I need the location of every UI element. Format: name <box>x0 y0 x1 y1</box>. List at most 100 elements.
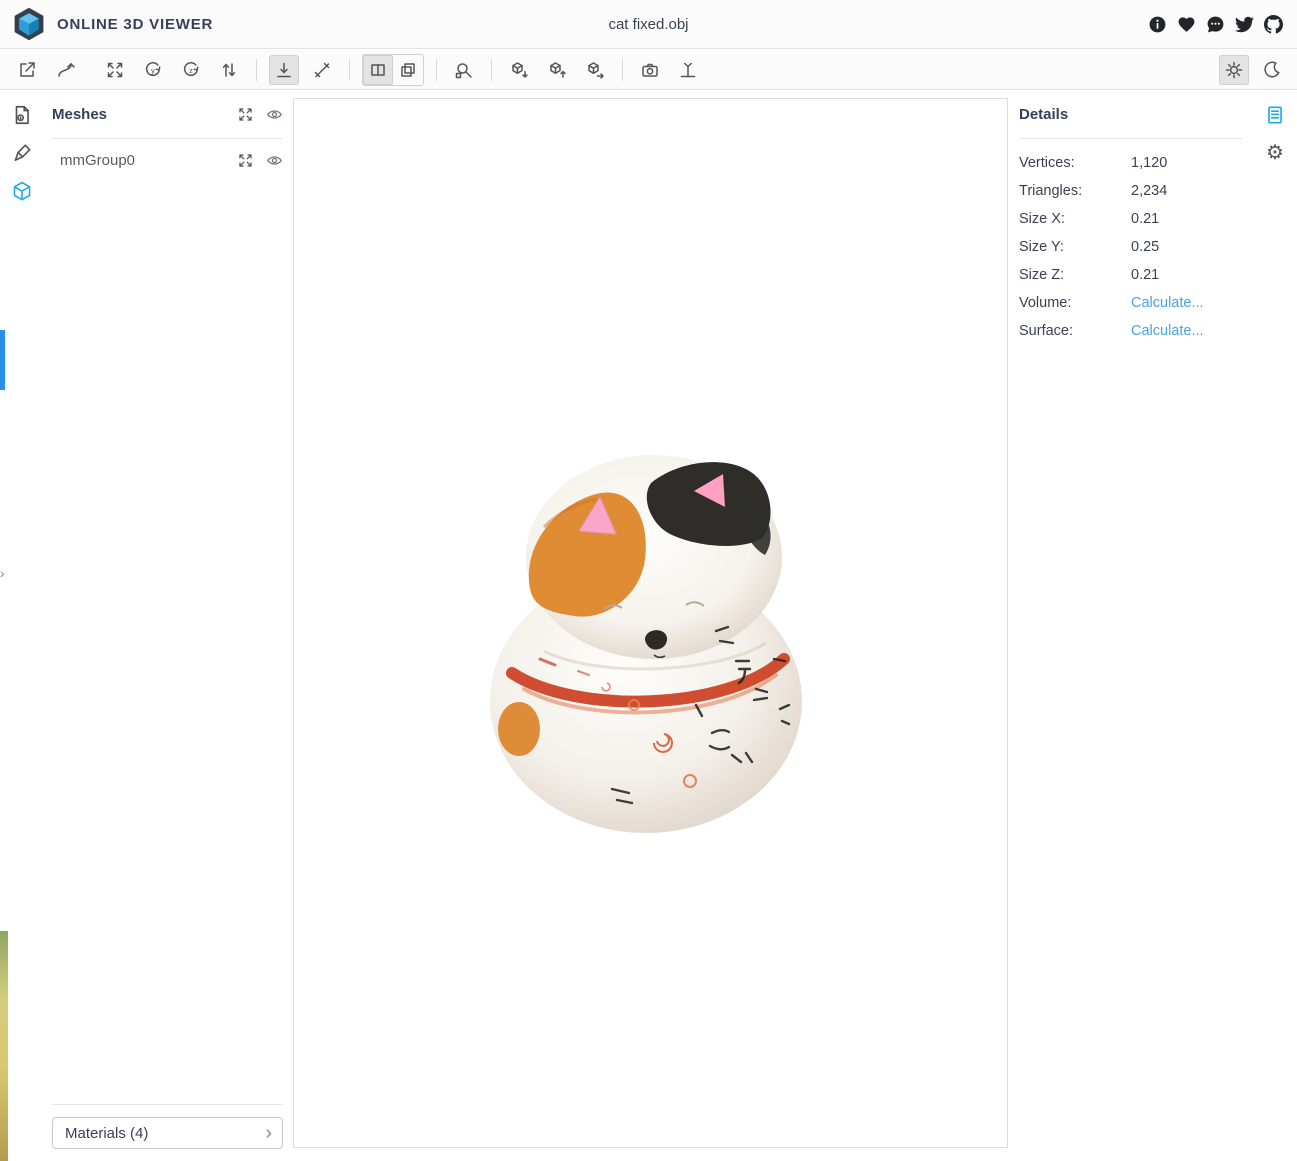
show-edges-button[interactable] <box>393 55 423 85</box>
details-row-size-x: Size X: 0.21 <box>1019 205 1243 233</box>
export-right-button[interactable] <box>580 55 610 85</box>
light-theme-button[interactable] <box>1219 55 1249 85</box>
edges-toggle-group <box>362 54 424 86</box>
toolbar-separator <box>491 59 492 81</box>
materials-button-label: Materials (4) <box>65 1125 148 1142</box>
screen-edge-chevron: › <box>0 566 5 580</box>
open-file-button[interactable] <box>12 55 42 85</box>
toolbar: y z <box>0 50 1297 90</box>
header: ONLINE 3D VIEWER cat fixed.obj <box>0 0 1297 49</box>
dark-theme-icon <box>1262 60 1282 80</box>
github-icon[interactable] <box>1264 15 1283 34</box>
details-panel: Details Vertices: 1,120 Triangles: 2,234… <box>1008 91 1253 345</box>
calculate-surface-link[interactable]: Calculate... <box>1131 323 1204 339</box>
fix-up-vector-icon <box>274 60 294 80</box>
align-to-floor-button[interactable] <box>673 55 703 85</box>
dark-theme-button[interactable] <box>1257 55 1287 85</box>
details-row-triangles: Triangles: 2,234 <box>1019 177 1243 205</box>
details-row-volume: Volume: Calculate... <box>1019 289 1243 317</box>
align-to-floor-icon <box>678 60 698 80</box>
materials-divider <box>52 1104 283 1105</box>
meshes-icon <box>11 180 33 202</box>
flip-up-vector-icon <box>219 60 239 80</box>
twitter-icon[interactable] <box>1235 15 1254 34</box>
details-panel-title: Details <box>1019 106 1243 123</box>
zoom-window-icon <box>454 60 474 80</box>
fit-to-window-icon <box>105 60 125 80</box>
no-edges-button[interactable] <box>363 55 393 85</box>
flip-up-vector-button[interactable] <box>214 55 244 85</box>
materials-panel-button[interactable] <box>10 141 34 165</box>
toolbar-separator <box>622 59 623 81</box>
zoom-window-button[interactable] <box>449 55 479 85</box>
meshes-panel-button[interactable] <box>10 179 34 203</box>
show-edges-icon <box>398 60 418 80</box>
open-file-icon <box>17 60 37 80</box>
snapshot-button[interactable] <box>635 55 665 85</box>
settings-button[interactable]: ⚙ <box>1263 141 1287 165</box>
app-logo[interactable] <box>11 6 47 42</box>
header-social-icons <box>1148 15 1283 34</box>
model-viewport[interactable] <box>293 98 1008 1148</box>
cat-figurine-model <box>484 437 820 837</box>
detail-value: 1,120 <box>1131 155 1167 171</box>
settings-gear-icon: ⚙ <box>1266 143 1284 163</box>
screen-edge-artifact-blue <box>0 330 5 390</box>
toolbar-separator <box>436 59 437 81</box>
measure-button[interactable] <box>307 55 337 85</box>
export-up-icon <box>547 60 567 80</box>
no-edges-icon <box>368 60 388 80</box>
detail-label: Volume: <box>1019 295 1131 311</box>
export-up-button[interactable] <box>542 55 572 85</box>
app-title: ONLINE 3D VIEWER <box>57 16 213 33</box>
details-row-surface: Surface: Calculate... <box>1019 317 1243 345</box>
set-y-up-button[interactable]: y <box>138 55 168 85</box>
heart-icon[interactable] <box>1177 15 1196 34</box>
detail-label: Size Z: <box>1019 267 1131 283</box>
details-panel-header: Details <box>1019 91 1243 139</box>
toolbar-separator <box>349 59 350 81</box>
meshes-panel-header: Meshes <box>52 91 283 139</box>
file-info-icon <box>11 104 33 126</box>
detail-value: 2,234 <box>1131 183 1167 199</box>
export-right-icon <box>585 60 605 80</box>
meshes-panel-title: Meshes <box>52 106 237 123</box>
calculate-volume-link[interactable]: Calculate... <box>1131 295 1204 311</box>
materials-icon <box>11 142 33 164</box>
mesh-item-label: mmGroup0 <box>60 152 237 169</box>
show-hide-mesh-eye-icon[interactable] <box>266 152 283 169</box>
details-panel-icon <box>1264 104 1286 126</box>
svg-text:y: y <box>151 66 155 75</box>
materials-button[interactable]: Materials (4) › <box>52 1117 283 1149</box>
file-info-panel-button[interactable] <box>10 103 34 127</box>
set-y-up-icon: y <box>143 60 163 80</box>
set-z-up-button[interactable]: z <box>176 55 206 85</box>
snapshot-icon <box>640 60 660 80</box>
detail-label: Vertices: <box>1019 155 1131 171</box>
open-url-button[interactable] <box>50 55 80 85</box>
set-z-up-icon: z <box>181 60 201 80</box>
details-panel-toggle-button[interactable] <box>1263 103 1287 127</box>
fit-to-window-button[interactable] <box>100 55 130 85</box>
export-down-button[interactable] <box>504 55 534 85</box>
toolbar-separator <box>256 59 257 81</box>
detail-value: 0.21 <box>1131 267 1159 283</box>
fit-all-meshes-icon[interactable] <box>237 106 254 123</box>
screen-edge-artifact-wallpaper <box>0 931 8 1161</box>
detail-label: Triangles: <box>1019 183 1131 199</box>
chat-icon[interactable] <box>1206 15 1225 34</box>
detail-value: 0.21 <box>1131 211 1159 227</box>
info-icon[interactable] <box>1148 15 1167 34</box>
mesh-tree-item[interactable]: mmGroup0 <box>52 139 283 181</box>
details-row-size-y: Size Y: 0.25 <box>1019 233 1243 261</box>
export-down-icon <box>509 60 529 80</box>
light-theme-icon <box>1224 60 1244 80</box>
chevron-right-icon: › <box>265 1123 272 1143</box>
svg-text:z: z <box>189 66 193 75</box>
show-hide-all-meshes-eye-icon[interactable] <box>266 106 283 123</box>
detail-label: Surface: <box>1019 323 1131 339</box>
fix-up-vector-button[interactable] <box>269 55 299 85</box>
fit-mesh-icon[interactable] <box>237 152 254 169</box>
details-row-vertices: Vertices: 1,120 <box>1019 149 1243 177</box>
right-rail: ⚙ <box>1253 91 1297 1161</box>
